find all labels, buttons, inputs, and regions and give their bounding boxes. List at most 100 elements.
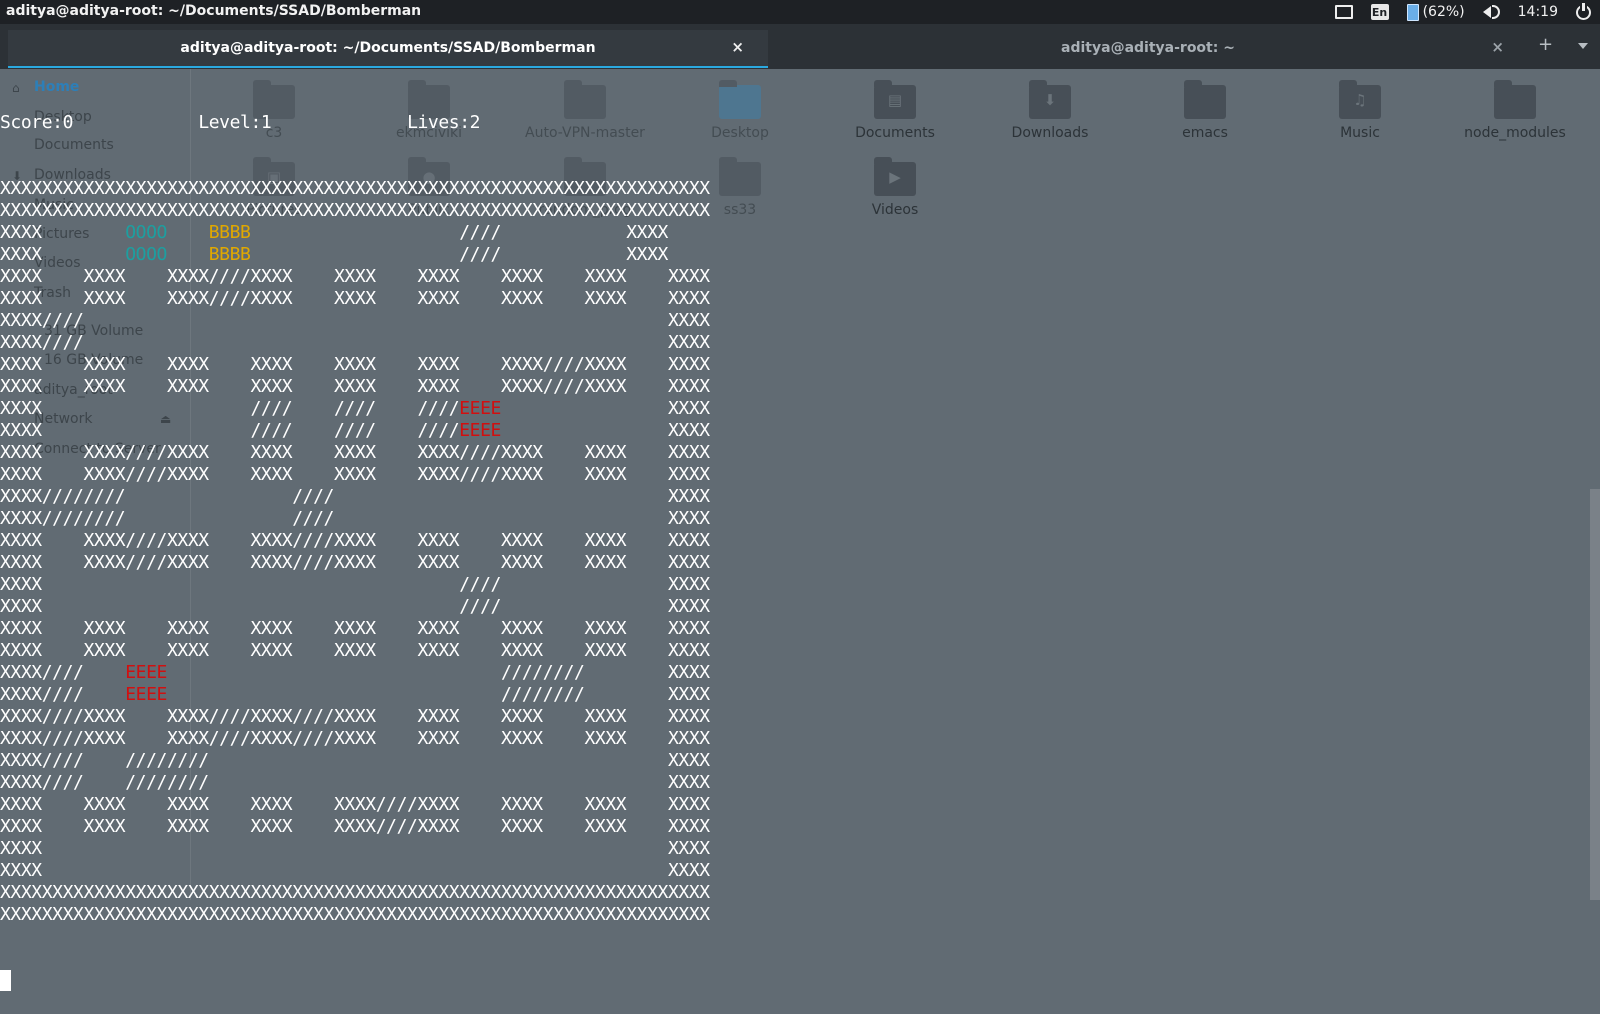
wall-block: XXXX: [667, 310, 710, 331]
wall-block: XXXX: [250, 442, 293, 463]
folder-downloads[interactable]: ⬇ Downloads: [980, 80, 1120, 141]
wall-block: XXXX: [668, 794, 710, 815]
empty-space: [626, 266, 668, 287]
chevron-down-icon[interactable]: [1578, 43, 1588, 49]
empty-space: [84, 684, 126, 705]
brick-block: ////////: [500, 662, 585, 683]
folder-emacs[interactable]: emacs: [1135, 80, 1275, 141]
empty-space: [459, 706, 501, 727]
wall-block: XXXX: [501, 794, 543, 815]
scrollbar[interactable]: [1590, 489, 1600, 900]
empty-space: [209, 772, 668, 793]
empty-space: [42, 222, 126, 243]
empty-space: [501, 244, 626, 265]
wall-block: XXXX: [167, 728, 209, 749]
wall-block: XXXX: [584, 266, 627, 287]
brick-block: ////////: [125, 772, 209, 793]
wall-block: XXXX: [0, 574, 42, 595]
desktop-folder-icon: [719, 80, 761, 119]
wall-block: XXXX: [584, 728, 627, 749]
empty-space: [209, 552, 251, 573]
clock[interactable]: 14:19: [1518, 4, 1558, 20]
brick-block: ////: [459, 596, 501, 617]
wall-block: XXXX: [584, 464, 627, 485]
folder-documents[interactable]: ▤ Documents: [825, 80, 965, 141]
close-icon[interactable]: ×: [731, 38, 744, 56]
empty-space: [543, 442, 585, 463]
empty-space: [543, 530, 585, 551]
keyboard-layout-icon[interactable]: En: [1370, 4, 1389, 20]
wall-block: XXXX: [501, 706, 543, 727]
empty-space: [626, 816, 668, 837]
wall-block: XXXX: [501, 288, 543, 309]
terminal-output[interactable]: Score:0 Level:1 Lives:2 XXXXXXXXXXXXXXXX…: [0, 68, 710, 1014]
wall-block: XXXX: [417, 376, 460, 397]
brick-block: ////: [208, 288, 251, 309]
wall-block: XXXX: [0, 706, 42, 727]
wall-block: XXXX: [334, 266, 376, 287]
brick-block: ////: [41, 684, 84, 705]
wall-block: XXXX: [667, 486, 710, 507]
tab-home[interactable]: aditya@aditya-root: ~ ×: [768, 30, 1528, 66]
power-icon[interactable]: [1576, 2, 1591, 20]
board-row: XXXX XXXX////XXXX XXXX////XXXX XXXX XXXX…: [0, 530, 710, 552]
empty-space: [543, 464, 585, 485]
battery-indicator[interactable]: (62%): [1406, 3, 1465, 21]
wall-block: XXXX: [83, 530, 126, 551]
wall-block: XXXX: [668, 288, 710, 309]
battery-percent: (62%): [1422, 4, 1465, 20]
wall-block: XXXX: [417, 288, 460, 309]
wall-block: XXXX: [0, 376, 42, 397]
brick-block: ////: [417, 398, 460, 419]
board-row: XXXXXXXXXXXXXXXXXXXXXXXXXXXXXXXXXXXXXXXX…: [0, 178, 710, 200]
volume-icon[interactable]: [1482, 5, 1500, 19]
documents-folder-icon: ▤: [874, 80, 916, 119]
board-row: XXXX XXXX: [0, 860, 710, 882]
empty-space: [42, 816, 84, 837]
bomberman-sprite: BBBB: [208, 244, 251, 265]
brick-block: ////: [542, 376, 585, 397]
wall-block: XXXX: [250, 816, 293, 837]
wall-block: XXXX: [167, 794, 209, 815]
wall-block: XXXX: [83, 728, 126, 749]
empty-space: [501, 398, 668, 419]
wall-block: XXXX: [584, 530, 627, 551]
brick-block: ////: [208, 266, 251, 287]
bomberman-sprite: BBBB: [208, 222, 251, 243]
tab-label: aditya@aditya-root: ~/Documents/SSAD/Bom…: [180, 40, 596, 56]
brick-block: ////: [208, 728, 251, 749]
brick-block: ////: [125, 552, 167, 573]
tab-bomberman[interactable]: aditya@aditya-root: ~/Documents/SSAD/Bom…: [8, 30, 768, 68]
empty-space: [125, 486, 292, 507]
enemy-sprite: EEEE: [459, 420, 501, 441]
board-row: XXXX //// XXXX: [0, 574, 710, 596]
wall-block: XXXX: [0, 860, 42, 881]
brick-block: ////: [41, 728, 84, 749]
empty-space: [42, 288, 84, 309]
music-folder-icon: ♫: [1339, 80, 1381, 119]
wall-block: XXXX: [417, 552, 460, 573]
brick-block: ////: [459, 442, 501, 463]
prompt-line[interactable]: [0, 970, 710, 992]
close-icon[interactable]: ×: [1491, 38, 1504, 56]
empty-space: [84, 772, 126, 793]
wall-block: XXXX: [417, 442, 460, 463]
empty-space: [292, 288, 334, 309]
wall-block: XXXX: [250, 376, 293, 397]
wall-block: XXXX: [668, 552, 710, 573]
wall-block: XXXX: [667, 750, 710, 771]
empty-space: [42, 420, 251, 441]
wall-block: XXXX: [0, 464, 42, 485]
wall-block: XXXX: [667, 772, 710, 793]
new-tab-button[interactable]: +: [1538, 34, 1553, 55]
wall-block: XXXX: [501, 728, 543, 749]
empty-space: [543, 552, 585, 573]
wall-block: XXXX: [250, 706, 293, 727]
empty-space: [125, 288, 167, 309]
folder-videos[interactable]: ▶ Videos: [825, 157, 965, 218]
folder-music[interactable]: ♫ Music: [1290, 80, 1430, 141]
downloads-folder-icon: ⬇: [1029, 80, 1071, 119]
folder-node-modules[interactable]: node_modules: [1445, 80, 1585, 141]
display-icon[interactable]: [1334, 5, 1353, 19]
wall-block: XXXX: [0, 244, 42, 265]
